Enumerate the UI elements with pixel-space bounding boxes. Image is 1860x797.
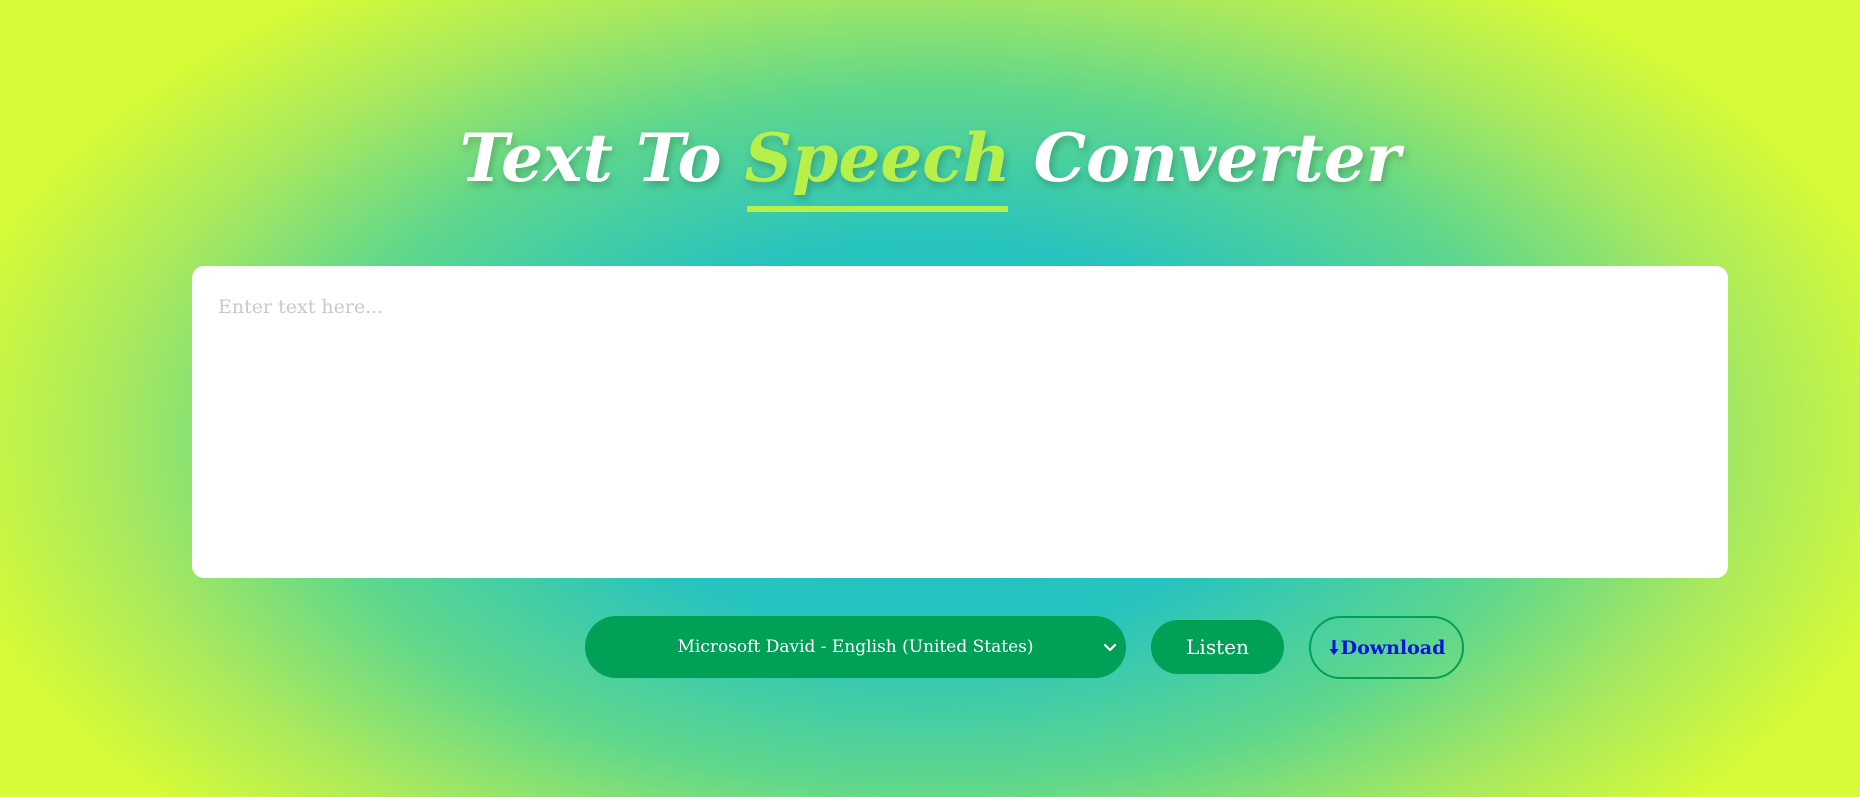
- text-input[interactable]: [192, 266, 1728, 578]
- download-button[interactable]: Download: [1309, 616, 1464, 679]
- title-part-1: Text To: [459, 119, 745, 197]
- chevron-down-icon: [1103, 643, 1117, 652]
- title-accent-word: Speech: [745, 112, 1010, 212]
- download-button-label: Download: [1340, 636, 1446, 659]
- voice-select-value: Microsoft David - English (United States…: [677, 637, 1034, 657]
- title-part-2: Converter: [1010, 119, 1401, 197]
- listen-button[interactable]: Listen: [1151, 620, 1284, 674]
- listen-button-label: Listen: [1186, 635, 1249, 659]
- arrow-down-icon: [1329, 639, 1339, 655]
- page-title: Text To Speech Converter: [0, 112, 1860, 212]
- voice-select[interactable]: Microsoft David - English (United States…: [585, 616, 1126, 678]
